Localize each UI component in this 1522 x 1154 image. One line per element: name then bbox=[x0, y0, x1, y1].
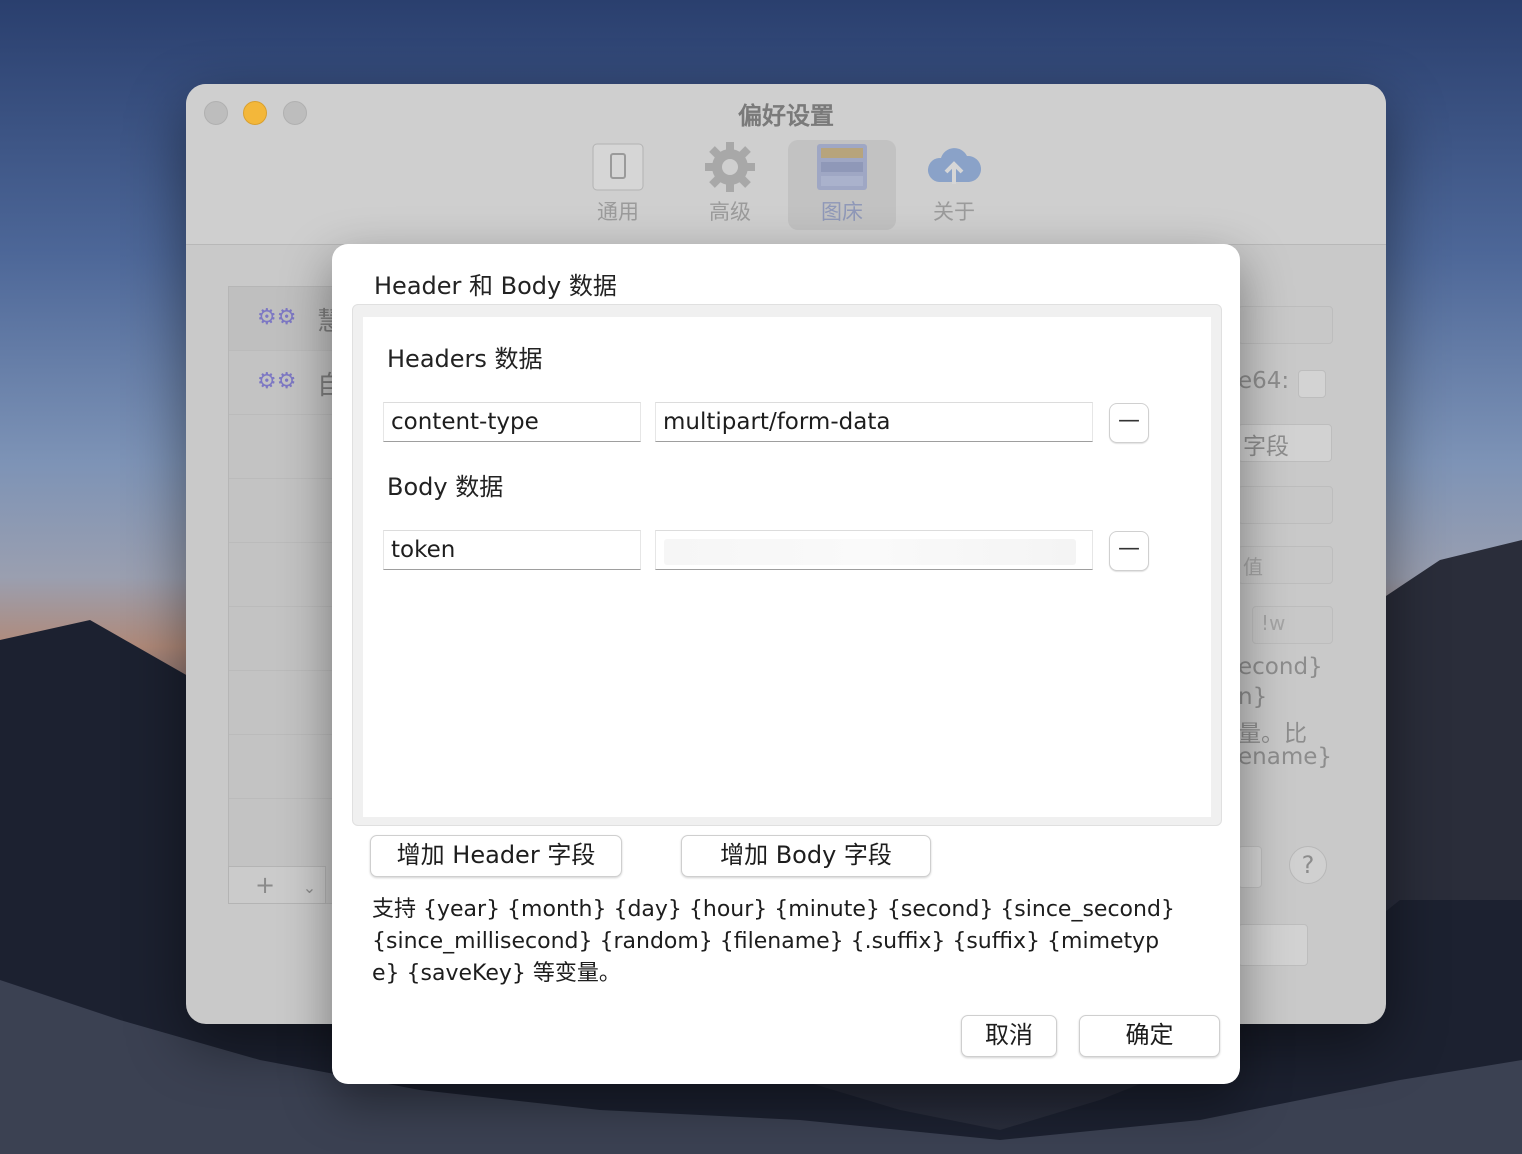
toolbar-general-label: 通用 bbox=[597, 200, 639, 224]
toolbar-advanced[interactable]: 高级 bbox=[680, 140, 780, 226]
add-host-button[interactable]: + ⌄ bbox=[228, 866, 326, 904]
help-line: 量。比 bbox=[1238, 721, 1307, 747]
add-body-button[interactable]: 增加 Body 字段 bbox=[681, 835, 931, 877]
toolbar-about[interactable]: 关于 bbox=[904, 140, 1004, 226]
header-key-field[interactable]: content-type bbox=[383, 402, 641, 442]
body-value-field[interactable] bbox=[655, 530, 1093, 570]
variables-help-text: 支持 {year} {month} {day} {hour} {minute} … bbox=[372, 897, 1175, 986]
toolbar-advanced-label: 高级 bbox=[709, 200, 751, 224]
gears-icon: ⚙⚙ bbox=[257, 305, 297, 330]
plus-icon: + bbox=[255, 871, 276, 899]
toolbar-about-label: 关于 bbox=[933, 200, 975, 224]
image-host-icon bbox=[815, 140, 869, 194]
value-field[interactable]: 值 bbox=[1238, 546, 1333, 584]
value-placeholder: 值 bbox=[1243, 555, 1263, 579]
body-key-field[interactable]: token bbox=[383, 530, 641, 570]
gears-icon: ⚙⚙ bbox=[257, 369, 297, 394]
partial-button[interactable] bbox=[1238, 846, 1262, 888]
dialog-title: Header 和 Body 数据 bbox=[374, 272, 617, 300]
chevron-down-icon: ⌄ bbox=[302, 878, 317, 897]
gear-icon bbox=[703, 140, 757, 194]
toolbar-image-host[interactable]: 图床 bbox=[788, 140, 896, 230]
add-header-button[interactable]: 增加 Header 字段 bbox=[370, 835, 622, 877]
fields-panel: Headers 数据 content-type multipart/form-d… bbox=[352, 304, 1222, 826]
help-button[interactable]: ? bbox=[1289, 846, 1327, 884]
header-value-field[interactable]: multipart/form-data bbox=[655, 402, 1093, 442]
help-line: ename} bbox=[1238, 744, 1333, 770]
general-icon bbox=[591, 140, 645, 194]
base64-label: e64: bbox=[1238, 368, 1290, 394]
toolbar-general[interactable]: 通用 bbox=[568, 140, 668, 226]
settings-field[interactable] bbox=[1238, 306, 1333, 344]
body-section-label: Body 数据 bbox=[387, 473, 504, 501]
partial-button[interactable] bbox=[1238, 924, 1308, 966]
settings-field[interactable]: !w bbox=[1252, 606, 1333, 644]
header-body-dialog: Header 和 Body 数据 Headers 数据 content-type… bbox=[332, 244, 1240, 1084]
headers-section-label: Headers 数据 bbox=[387, 345, 543, 373]
base64-checkbox[interactable] bbox=[1298, 370, 1326, 398]
w-placeholder: !w bbox=[1261, 611, 1286, 635]
redacted-value bbox=[664, 539, 1076, 565]
add-field-button[interactable]: 字段 bbox=[1238, 424, 1332, 462]
remove-body-button[interactable]: — bbox=[1109, 531, 1149, 571]
add-field-label: 字段 bbox=[1243, 434, 1289, 460]
fields-scroll-area: Headers 数据 content-type multipart/form-d… bbox=[363, 317, 1211, 817]
ok-button[interactable]: 确定 bbox=[1079, 1015, 1220, 1057]
cancel-button[interactable]: 取消 bbox=[961, 1015, 1057, 1057]
cloud-upload-icon bbox=[927, 140, 982, 194]
help-line: econd} bbox=[1238, 654, 1323, 680]
toolbar-image-host-label: 图床 bbox=[821, 200, 863, 224]
help-line: n} bbox=[1238, 684, 1268, 710]
window-titlebar: 偏好设置 通用 高级 图床 关于 bbox=[186, 84, 1386, 245]
remove-header-button[interactable]: — bbox=[1109, 403, 1149, 443]
settings-field[interactable] bbox=[1238, 486, 1333, 524]
window-title: 偏好设置 bbox=[738, 102, 834, 130]
